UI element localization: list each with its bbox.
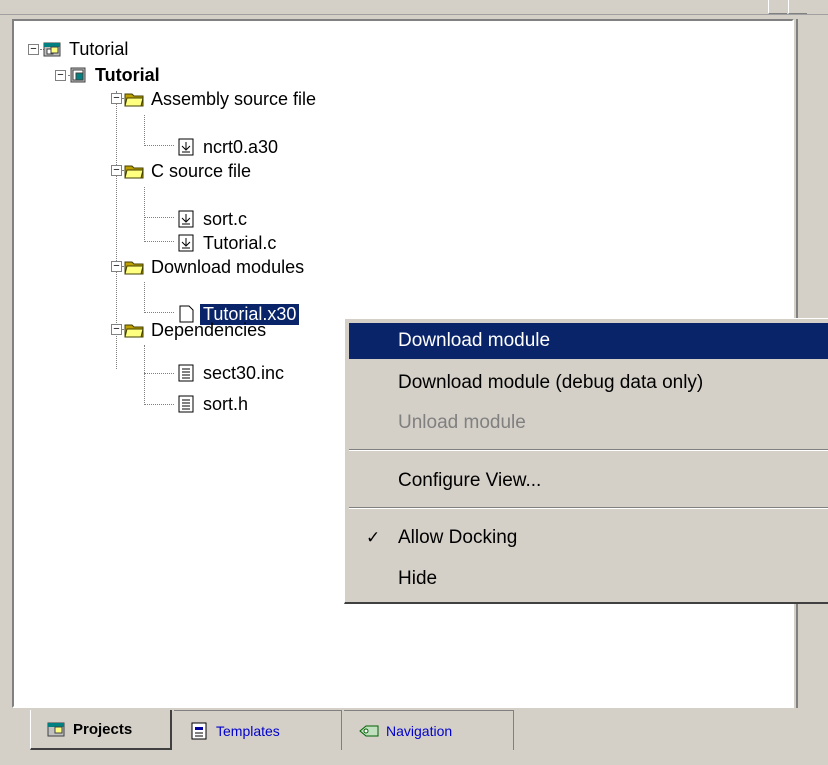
tree-node-label: Tutorial (95, 64, 160, 85)
folder-icon (124, 165, 144, 179)
templates-icon (191, 722, 207, 739)
workspace-panel: − − − − − − Tutorial Tutorial Assembly s… (0, 0, 828, 765)
project-icon (70, 67, 86, 83)
menu-item-label: Download module (398, 330, 551, 351)
collapse-toggle[interactable]: − (55, 70, 66, 81)
tab-templates[interactable]: Templates (174, 710, 342, 750)
tab-label: Navigation (386, 722, 453, 739)
tree-node-folder[interactable]: Dependencies (124, 318, 269, 342)
menu-item-unload-module: Unload module (349, 405, 828, 441)
tree-node-folder[interactable]: C source file (124, 159, 254, 183)
context-menu: Download module Download module (debug d… (344, 318, 828, 604)
folder-icon (124, 324, 144, 338)
menu-item-configure-view[interactable]: Configure View... (349, 463, 828, 499)
menu-separator (349, 507, 828, 509)
source-file-icon (178, 210, 194, 228)
source-file-icon (178, 234, 194, 252)
folder-icon (124, 261, 144, 275)
menu-item-label: Download module (debug data only) (398, 372, 704, 393)
checkmark-icon: ✓ (366, 528, 381, 547)
projects-icon (47, 722, 65, 737)
tree-node-project[interactable]: Tutorial (68, 63, 163, 87)
menu-item-allow-docking[interactable]: ✓ Allow Docking (349, 520, 828, 556)
tree-node-label: Dependencies (151, 319, 267, 340)
tree-node-label: sort.c (203, 208, 248, 229)
collapse-toggle[interactable]: − (111, 324, 122, 335)
collapse-toggle[interactable]: − (111, 261, 122, 272)
tree-node-file[interactable]: sort.c (176, 207, 250, 231)
tab-projects[interactable]: Projects (30, 710, 172, 750)
tree-node-label: Download modules (151, 256, 305, 277)
collapse-toggle[interactable]: − (28, 44, 39, 55)
folder-icon (124, 93, 144, 107)
collapse-toggle[interactable]: − (111, 93, 122, 104)
tree-node-file[interactable]: ncrt0.a30 (176, 135, 281, 159)
tree-node-label: C source file (151, 160, 252, 181)
tab-label: Templates (216, 722, 280, 739)
source-file-icon (178, 138, 194, 156)
workspace-tabs: Projects Templates Navigation (0, 710, 828, 765)
tab-navigation[interactable]: Navigation (344, 710, 514, 750)
text-file-icon (178, 364, 194, 382)
tree-node-label: ncrt0.a30 (203, 136, 279, 157)
menu-item-label: Allow Docking (398, 527, 518, 548)
menu-item-download-module[interactable]: Download module (349, 323, 828, 359)
tree-node-label: Assembly source file (151, 88, 317, 109)
menu-item-download-debug-only[interactable]: Download module (debug data only) (349, 365, 828, 401)
menu-item-label: Unload module (398, 412, 526, 433)
tree-node-workspace[interactable]: Tutorial (42, 37, 131, 61)
tree-node-folder[interactable]: Download modules (124, 255, 307, 279)
tab-label: Projects (73, 720, 133, 738)
menu-item-label: Hide (398, 568, 438, 589)
navigation-icon (359, 725, 379, 736)
panel-close-button[interactable] (788, 0, 807, 14)
tree-node-label: Tutorial.c (203, 232, 277, 253)
panel-minimize-button[interactable] (768, 0, 787, 14)
tree-node-file[interactable]: sect30.inc (176, 361, 287, 385)
collapse-toggle[interactable]: − (111, 165, 122, 176)
tree-node-label: sect30.inc (203, 362, 285, 383)
top-divider (0, 14, 828, 15)
tree-node-folder[interactable]: Assembly source file (124, 87, 319, 111)
menu-separator (349, 449, 828, 451)
tree-node-file[interactable]: Tutorial.c (176, 231, 279, 255)
menu-item-label: Configure View... (398, 470, 542, 491)
text-file-icon (178, 395, 194, 413)
tree-node-label: sort.h (203, 393, 249, 414)
menu-item-hide[interactable]: Hide (349, 561, 828, 597)
workspace-icon (43, 42, 61, 57)
tree-node-file[interactable]: sort.h (176, 392, 251, 416)
tree-node-label: Tutorial (69, 38, 129, 59)
